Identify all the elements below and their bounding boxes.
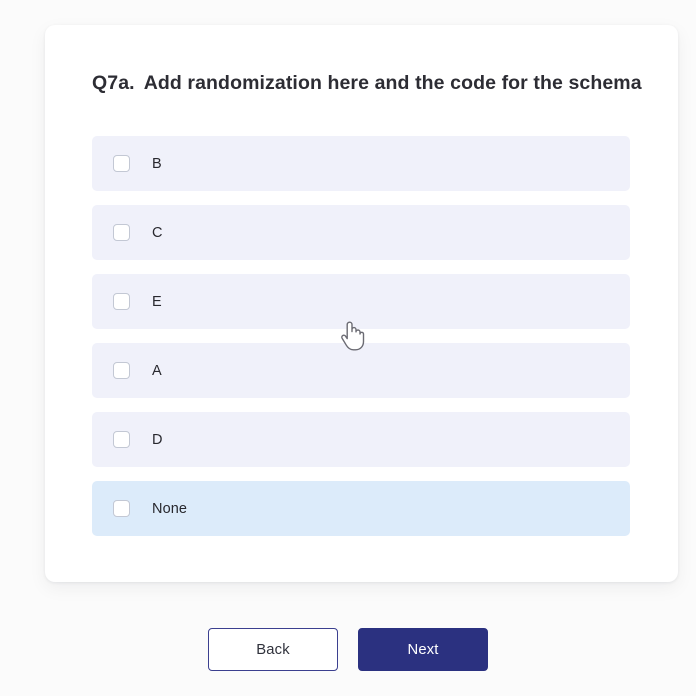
back-button[interactable]: Back (208, 628, 338, 671)
option-row-none[interactable]: None (92, 481, 630, 536)
next-button[interactable]: Next (358, 628, 488, 671)
options-list: B C E A D None (92, 136, 630, 536)
footer-actions: Back Next (0, 628, 696, 671)
checkbox-icon[interactable] (113, 155, 130, 172)
option-label: None (152, 500, 188, 517)
option-row-c[interactable]: C (92, 205, 630, 260)
checkbox-icon[interactable] (113, 224, 130, 241)
checkbox-icon[interactable] (113, 362, 130, 379)
page-title: Q7a. Add randomization here and the code … (92, 72, 642, 95)
option-label: E (152, 293, 162, 310)
option-label: D (152, 431, 163, 448)
checkbox-icon[interactable] (113, 293, 130, 310)
option-row-b[interactable]: B (92, 136, 630, 191)
option-label: C (152, 224, 163, 241)
question-number: Q7a. (92, 72, 135, 94)
checkbox-icon[interactable] (113, 431, 130, 448)
option-label: B (152, 155, 162, 172)
option-row-d[interactable]: D (92, 412, 630, 467)
option-row-e[interactable]: E (92, 274, 630, 329)
option-label: A (152, 362, 162, 379)
option-row-a[interactable]: A (92, 343, 630, 398)
checkbox-icon[interactable] (113, 500, 130, 517)
survey-question-card: Q7a. Add randomization here and the code … (45, 25, 678, 582)
question-text: Add randomization here and the code for … (143, 72, 642, 94)
